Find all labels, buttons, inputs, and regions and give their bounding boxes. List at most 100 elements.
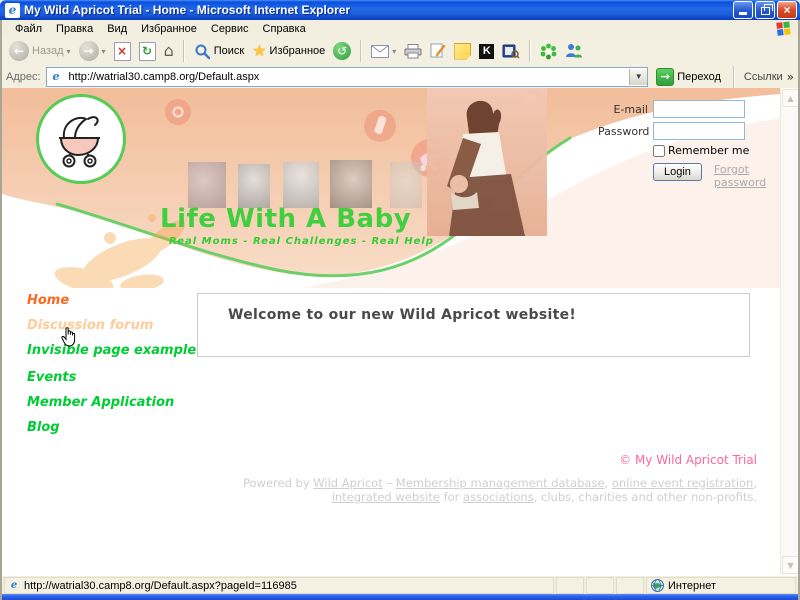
ie-logo-icon: e xyxy=(5,3,20,18)
menu-tools[interactable]: Сервис xyxy=(204,22,256,36)
forward-icon: → xyxy=(79,41,99,61)
toolbar-separator xyxy=(360,40,362,62)
menu-file[interactable]: Файл xyxy=(8,22,49,36)
menu-help[interactable]: Справка xyxy=(256,22,313,36)
status-panel xyxy=(616,577,644,594)
event-registration-link[interactable]: online event registration xyxy=(612,476,754,490)
nav-invisible-page-example[interactable]: Invisible page example▸ xyxy=(27,344,205,359)
menu-view[interactable]: Вид xyxy=(100,22,134,36)
baby-photo xyxy=(390,162,422,208)
refresh-icon: ↻ xyxy=(139,42,156,61)
sticky-note-icon xyxy=(454,43,471,60)
address-dropdown-icon[interactable]: ▼ xyxy=(629,69,647,85)
membership-database-link[interactable]: Membership management database xyxy=(396,476,605,490)
nav-events[interactable]: Events xyxy=(27,371,205,384)
window-title: My Wild Apricot Trial - Home - Microsoft… xyxy=(24,3,731,17)
back-dropdown-icon[interactable]: ▾ xyxy=(67,47,71,56)
zone-label: Интернет xyxy=(668,580,716,592)
welcome-heading: Welcome to our new Wild Apricot website! xyxy=(198,294,749,323)
minimize-icon xyxy=(739,12,747,15)
title-bar: e My Wild Apricot Trial - Home - Microso… xyxy=(0,0,800,20)
stop-button[interactable]: × xyxy=(111,40,134,63)
site-logo[interactable] xyxy=(36,94,126,184)
baby-photo xyxy=(238,164,270,208)
email-field[interactable] xyxy=(653,100,745,118)
dictionary-button[interactable] xyxy=(499,41,523,61)
screen: { "window": { "title": "My Wild Apricot … xyxy=(0,0,800,600)
baby-photo xyxy=(330,160,372,208)
associations-link[interactable]: associations xyxy=(463,490,534,504)
mail-icon xyxy=(371,45,389,58)
messenger-button[interactable] xyxy=(562,41,586,61)
edit-icon xyxy=(430,43,446,59)
copyright-text: © My Wild Apricot Trial xyxy=(619,453,757,467)
toolbar: ← Назад ▾ → ▾ × ↻ ⌂ Поиск ★ Избранное ↺ … xyxy=(2,37,798,66)
welcome-panel: Welcome to our new Wild Apricot website! xyxy=(197,293,750,357)
search-icon xyxy=(194,43,211,60)
back-button[interactable]: ← Назад ▾ xyxy=(6,39,74,63)
close-button[interactable]: × xyxy=(777,1,797,19)
print-icon xyxy=(404,44,422,59)
links-overflow-icon[interactable]: » xyxy=(787,70,794,84)
address-input[interactable] xyxy=(67,70,630,84)
site-title: Life With A Baby xyxy=(160,204,411,234)
search-button[interactable]: Поиск xyxy=(191,41,247,62)
stop-icon: × xyxy=(114,42,131,61)
mother-baby-photo xyxy=(427,88,547,236)
window-border-left xyxy=(0,20,2,600)
restore-icon xyxy=(761,7,770,15)
restore-button[interactable] xyxy=(755,1,775,19)
security-zone-panel: Интернет xyxy=(646,577,796,594)
remember-me-checkbox[interactable] xyxy=(653,145,665,157)
address-combo[interactable]: e ▼ xyxy=(46,67,649,87)
favorites-button[interactable]: ★ Избранное xyxy=(249,41,328,61)
scroll-down-icon[interactable]: ▼ xyxy=(782,556,799,574)
nav-member-application[interactable]: Member Application xyxy=(27,396,205,409)
notes-button[interactable] xyxy=(451,41,474,62)
minimize-button[interactable] xyxy=(733,1,753,19)
history-button[interactable]: ↺ xyxy=(330,40,354,62)
links-bar[interactable]: Ссылки » xyxy=(744,70,794,84)
forward-button[interactable]: → ▾ xyxy=(76,39,109,63)
baby-photo xyxy=(283,162,319,208)
remember-me-label: Remember me xyxy=(668,144,749,157)
wild-apricot-link[interactable]: Wild Apricot xyxy=(313,476,382,490)
mail-button[interactable]: ▾ xyxy=(368,43,399,60)
toolbar-separator xyxy=(183,40,185,62)
integrated-website-link[interactable]: integrated website xyxy=(332,490,440,504)
forgot-password-link[interactable]: Forgot password xyxy=(714,163,768,189)
scroll-up-icon[interactable]: ▲ xyxy=(782,89,799,107)
login-button[interactable]: Login xyxy=(653,163,702,181)
mail-dropdown-icon[interactable]: ▾ xyxy=(392,47,396,56)
home-button[interactable]: ⌂ xyxy=(161,41,177,61)
pram-logo-icon xyxy=(52,110,110,168)
vertical-scrollbar[interactable]: ▲ ▼ xyxy=(780,88,798,575)
dictionary-book-icon xyxy=(502,43,520,59)
menu-edit[interactable]: Правка xyxy=(49,22,100,36)
edit-button[interactable] xyxy=(427,41,449,61)
windows-flag-icon xyxy=(776,21,792,36)
nav-discussion-forum[interactable]: Discussion forum xyxy=(27,319,205,332)
nav-home[interactable]: Home xyxy=(27,294,205,307)
baby-photo xyxy=(188,162,226,208)
address-bar: Адрес: e ▼ → Переход Ссылки » xyxy=(2,65,798,89)
login-form: E-mail Password Remember me Login Forgot… xyxy=(598,100,773,189)
password-field[interactable] xyxy=(653,122,745,140)
status-url-panel: e http://watrial30.camp8.org/Default.asp… xyxy=(4,577,554,594)
nav-blog[interactable]: Blog xyxy=(27,421,205,434)
site-tagline: Real Moms - Real Challenges - Real Help xyxy=(169,236,434,247)
menu-bar: Файл Правка Вид Избранное Сервис Справка xyxy=(2,20,798,38)
menu-favorites[interactable]: Избранное xyxy=(134,22,204,36)
antivirus-k-icon: K xyxy=(479,44,494,59)
refresh-button[interactable]: ↻ xyxy=(136,40,159,63)
antivirus-button[interactable]: K xyxy=(476,42,497,61)
status-panel xyxy=(556,577,584,594)
page-ie-icon: e xyxy=(50,70,63,83)
powered-by-text: Powered by Wild Apricot – Membership man… xyxy=(157,476,757,504)
taskbar-edge xyxy=(0,594,800,600)
print-button[interactable] xyxy=(401,42,425,61)
go-button[interactable]: → Переход xyxy=(653,67,724,87)
icq-button[interactable] xyxy=(537,41,560,62)
forward-dropdown-icon[interactable]: ▾ xyxy=(102,47,106,56)
back-icon: ← xyxy=(9,41,29,61)
